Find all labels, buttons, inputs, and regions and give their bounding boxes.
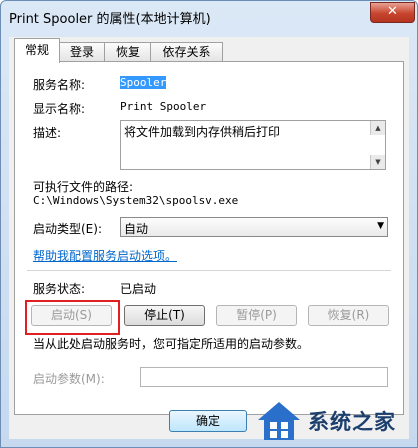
house-logo-icon (258, 402, 300, 440)
start-button[interactable]: 启动(S) (31, 305, 112, 326)
service-status-label: 服务状态: (33, 282, 86, 296)
path-value[interactable]: C:\Windows\System32\spoolsv.exe (33, 194, 238, 207)
start-params-hint: 当从此处启动服务时，您可指定所适用的启动参数。 (33, 337, 310, 351)
dialog-client-area: 常规 登录 恢复 依存关系 服务名称: Spooler 显示名称: Print … (9, 37, 409, 439)
chevron-down-icon: ▼ (377, 221, 384, 231)
pause-button[interactable]: 暂停(P) (216, 305, 297, 326)
watermark-text: 系统之家 (308, 410, 396, 434)
close-button[interactable]: ✕ (370, 2, 415, 23)
path-label: 可执行文件的路径: (33, 180, 134, 194)
description-value: 将文件加载到内存供稍后打印 (124, 125, 281, 139)
service-status-value: 已启动 (120, 282, 157, 296)
close-icon: ✕ (387, 4, 398, 19)
title-bar[interactable]: Print Spooler 的属性(本地计算机) ✕ (1, 1, 417, 31)
service-name-value[interactable]: Spooler (120, 76, 167, 89)
startup-type-label: 启动类型(E): (33, 222, 102, 236)
scroll-down-icon[interactable]: ▼ (370, 155, 385, 169)
startup-type-select[interactable]: 自动 ▼ (120, 217, 388, 237)
tab-recovery[interactable]: 恢复 (104, 42, 152, 62)
start-params-label: 启动参数(M): (33, 372, 105, 386)
separator (27, 270, 391, 271)
description-textbox[interactable]: 将文件加载到内存供稍后打印 ▲ ▼ (120, 120, 386, 170)
display-name-label: 显示名称: (33, 102, 86, 116)
stop-button[interactable]: 停止(T) (124, 305, 205, 326)
help-startup-link[interactable]: 帮助我配置服务启动选项。 (33, 247, 177, 264)
tab-logon[interactable]: 登录 (58, 42, 106, 62)
general-panel: 服务名称: Spooler 显示名称: Print Spooler 描述: 将文… (14, 61, 404, 415)
display-name-value[interactable]: Print Spooler (120, 100, 206, 113)
tab-general[interactable]: 常规 (14, 38, 60, 63)
scroll-up-icon[interactable]: ▲ (370, 121, 385, 135)
ok-button[interactable]: 确定 (169, 410, 247, 432)
tab-dependencies[interactable]: 依存关系 (150, 42, 223, 62)
description-label: 描述: (33, 126, 62, 140)
resume-button[interactable]: 恢复(R) (308, 305, 389, 326)
properties-window: Print Spooler 的属性(本地计算机) ✕ 常规 登录 恢复 依存关系… (0, 0, 418, 448)
window-title: Print Spooler 的属性(本地计算机) (9, 12, 211, 27)
startup-type-value: 自动 (124, 222, 149, 236)
service-name-label: 服务名称: (33, 78, 86, 92)
start-params-input[interactable] (140, 367, 388, 387)
watermark: 系统之家 (250, 398, 418, 448)
